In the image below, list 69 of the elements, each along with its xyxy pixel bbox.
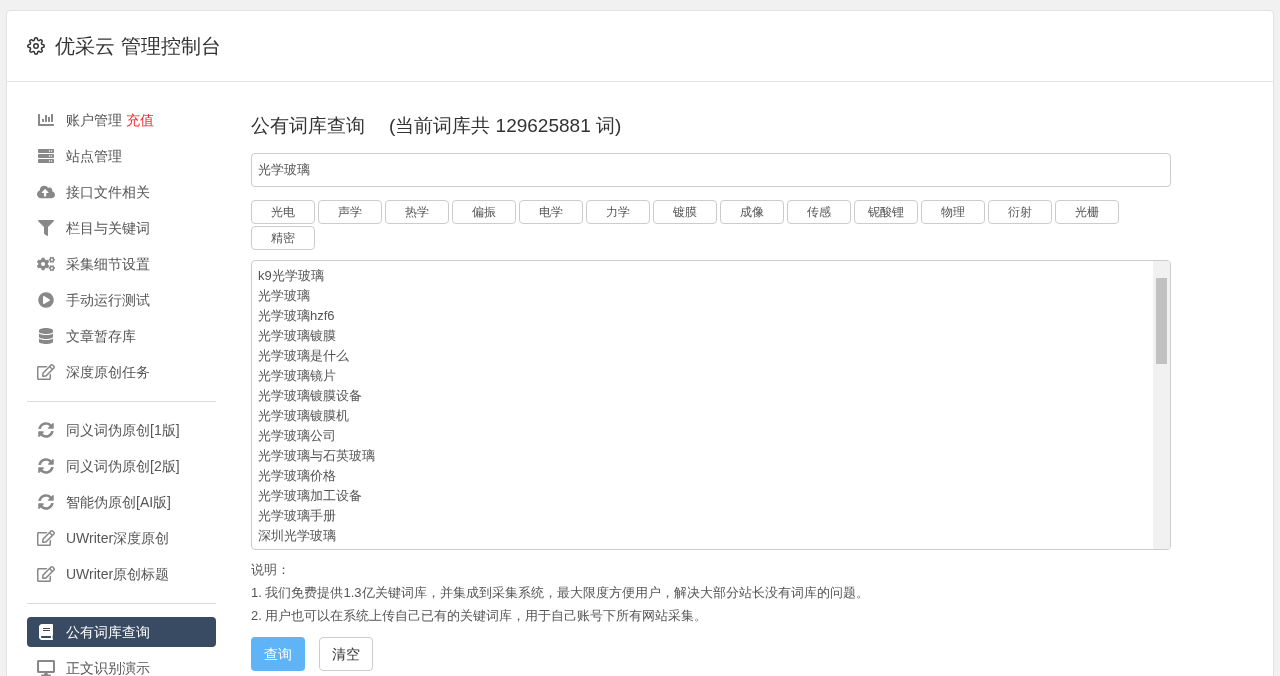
monitor-icon [37,660,55,676]
keyword-entry: 光学玻璃 [258,287,311,305]
tag-button[interactable]: 热学 [385,200,449,224]
tag-button[interactable]: 声学 [318,200,382,224]
scrollbar[interactable] [1153,261,1170,549]
tag-button[interactable]: 成像 [720,200,784,224]
keyword-entry: 光学玻璃与石英玻璃 [258,447,376,465]
page-title: 公有词库查询 [251,113,365,138]
keyword-entry: 光学玻璃镀膜 [258,327,337,345]
refresh-icon [37,494,55,510]
sidebar-item[interactable]: 文章暂存库 [27,321,216,351]
sidebar-item[interactable]: 手动运行测试 [27,285,216,315]
edit-icon [37,530,55,546]
edit-icon [37,364,55,380]
keyword-entry: 光学玻璃公司 [258,427,337,445]
note-line: 1. 我们免费提供1.3亿关键词库，并集成到采集系统，最大限度方便用户，解决大部分站长没有词库的问题。 [251,584,870,602]
tag-button[interactable]: 传感 [787,200,851,224]
tag-button[interactable]: 光栅 [1055,200,1119,224]
tag-button[interactable]: 光电 [251,200,315,224]
keyword-entry: 光学玻璃hzf6 [258,307,336,325]
note-line: 2. 用户也可以在系统上传自己已有的关键词库，用于自己账号下所有网站采集。 [251,607,709,625]
sidebar-item[interactable]: 站点管理 [27,141,216,171]
keyword-entry: 光学玻璃价格 [258,467,337,485]
tag-button[interactable]: 镀膜 [653,200,717,224]
bar-chart-icon [37,112,55,128]
keyword-entry: 光学玻璃镀膜机 [258,407,350,425]
keyword-entry: 光学玻璃手册 [258,507,337,525]
edit-icon [37,566,55,582]
tag-button[interactable]: 物理 [921,200,985,224]
sidebar-item[interactable]: UWriter深度原创 [27,523,216,553]
keyword-entry: 光学玻璃镀膜设备 [258,387,363,405]
notes-title: 说明： [251,561,291,579]
clear-button[interactable]: 清空 [319,637,373,671]
book-icon [37,624,55,640]
tag-button[interactable]: 铌酸锂 [854,200,918,224]
console-title: 优采云 管理控制台 [55,34,221,59]
keyword-entry: 光学玻璃是什么 [258,347,350,365]
tag-button[interactable]: 力学 [586,200,650,224]
sidebar-item[interactable]: 栏目与关键词 [27,213,216,243]
sidebar-item[interactable]: 接口文件相关 [27,177,216,207]
server-icon [37,148,55,164]
tag-button[interactable]: 精密 [251,226,315,250]
sidebar-item[interactable]: 智能伪原创[AI版] [27,487,216,517]
tag-button[interactable]: 偏振 [452,200,516,224]
sidebar-item[interactable]: 同义词伪原创[1版] [27,415,216,445]
refresh-icon [37,458,55,474]
word-count: (当前词库共 129625881 词) [389,113,622,138]
tag-button[interactable]: 电学 [519,200,583,224]
tag-button[interactable]: 衍射 [988,200,1052,224]
keyword-entry: k9光学玻璃 [258,267,325,285]
cloud-upload-icon [37,184,55,200]
sidebar-item[interactable]: 正文识别演示 [27,653,216,676]
results-list[interactable]: k9光学玻璃 光学玻璃 光学玻璃hzf6 光学玻璃镀膜 光学玻璃是什么 光学玻璃镜片 光学玻璃镀膜设备 光学玻璃镀膜机 光学玻璃公司 光学玻璃与石英玻璃 光学玻璃价格 光学玻璃加工设备 光学玻璃手册 深圳光学玻璃 [251,260,1171,550]
play-icon [37,292,55,308]
settings-icon [27,37,45,55]
keyword-entry: 深圳光学玻璃 [258,527,337,545]
database-icon [37,328,55,344]
keyword-entry: 光学玻璃镜片 [258,367,337,385]
sidebar-item[interactable]: 采集细节设置 [27,249,216,279]
sidebar-item[interactable]: 深度原创任务 [27,357,216,387]
sidebar-item[interactable]: UWriter原创标题 [27,559,216,589]
refresh-icon [37,422,55,438]
sidebar-item[interactable]: 账户管理 充值 [27,105,216,135]
keyword-entry: 光学玻璃加工设备 [258,487,363,505]
sidebar-item[interactable]: 公有词库查询 [27,617,216,647]
gears-icon [37,256,55,272]
filter-icon [37,220,55,236]
sidebar-item[interactable]: 同义词伪原创[2版] [27,451,216,481]
search-field[interactable]: 光学玻璃 [251,153,1171,187]
